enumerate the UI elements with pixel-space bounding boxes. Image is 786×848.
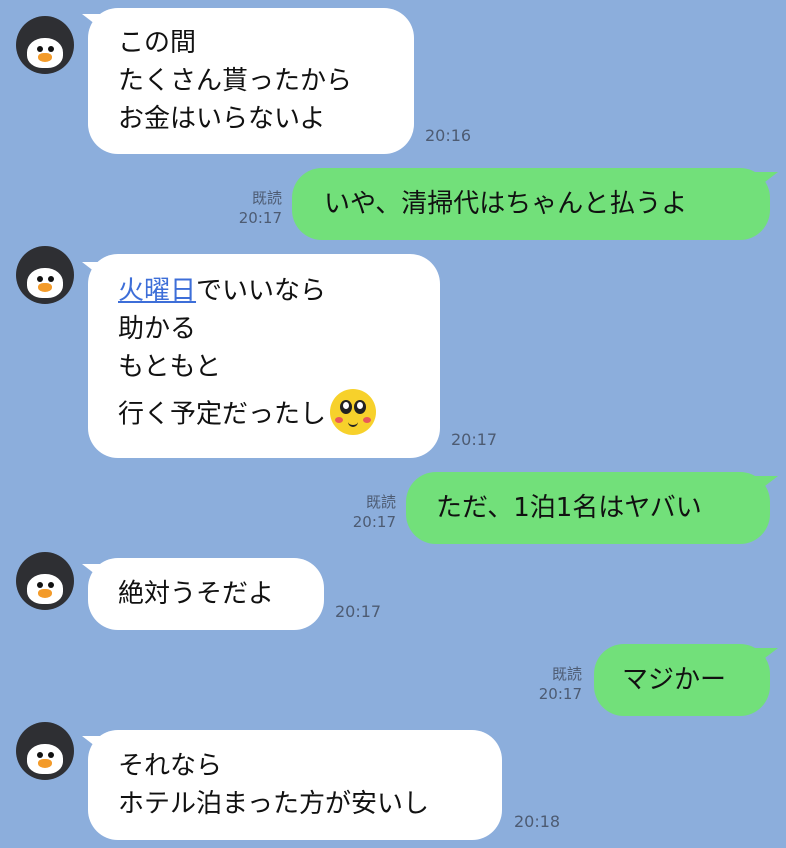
message-text: 行く予定だったし: [118, 399, 327, 430]
incoming-message-bubble[interactable]: それなら ホテル泊まった方が安いし: [88, 730, 502, 840]
read-receipt: 既読 20:17: [238, 189, 282, 227]
message-text: ホテル泊まった方が安いし: [118, 789, 429, 819]
message-text: いや、清掃代はちゃんと払うよ: [324, 189, 688, 219]
read-receipt: 既読 20:17: [352, 493, 396, 531]
message-timestamp: 20:17: [335, 602, 382, 621]
message-text: この間: [118, 28, 197, 58]
message-timestamp: 20:17: [451, 430, 498, 449]
read-receipt: 既読 20:17: [538, 665, 582, 703]
date-link[interactable]: 火曜日: [118, 276, 196, 306]
outgoing-message-bubble[interactable]: いや、清掃代はちゃんと払うよ: [292, 168, 770, 240]
penguin-avatar-icon[interactable]: [16, 246, 74, 304]
message-timestamp: 20:16: [425, 126, 472, 145]
incoming-message-bubble[interactable]: 火曜日でいいなら 助かる もともと 行く予定だったし: [88, 254, 440, 458]
message-text: たくさん貰ったから: [118, 66, 353, 96]
outgoing-message-bubble[interactable]: ただ、1泊1名はヤバい: [406, 472, 770, 544]
penguin-avatar-icon[interactable]: [16, 16, 74, 74]
incoming-message-bubble[interactable]: 絶対うそだよ: [88, 558, 324, 630]
message-text: ただ、1泊1名はヤバい: [436, 493, 702, 523]
message-text: それなら: [118, 751, 223, 781]
outgoing-message-bubble[interactable]: マジかー: [594, 644, 770, 716]
message-text: マジかー: [622, 665, 727, 695]
smiling-face-emoji-icon: [330, 389, 377, 435]
penguin-avatar-icon[interactable]: [16, 722, 74, 780]
message-text: 絶対うそだよ: [118, 579, 275, 609]
message-text: お金はいらないよ: [118, 104, 326, 134]
message-timestamp: 20:18: [514, 812, 561, 831]
message-text: でいいなら: [196, 276, 327, 306]
message-text: 助かる: [118, 314, 197, 344]
incoming-message-bubble[interactable]: この間 たくさん貰ったから お金はいらないよ: [88, 8, 414, 154]
message-text: もともと: [118, 352, 221, 382]
penguin-avatar-icon[interactable]: [16, 552, 74, 610]
